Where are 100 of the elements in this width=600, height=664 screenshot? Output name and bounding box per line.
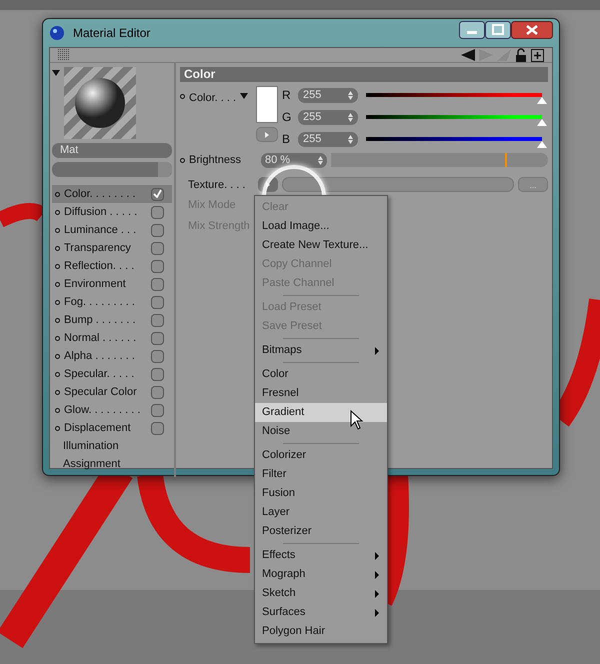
channel-item[interactable]: Alpha . . . . . . .: [52, 347, 172, 365]
checkbox[interactable]: [151, 188, 164, 200]
bullet-icon: [55, 318, 60, 322]
maximize-button[interactable]: [485, 21, 511, 39]
bullet-icon: [55, 408, 60, 412]
color-label: Color. . . .: [189, 91, 236, 106]
channel-item[interactable]: Luminance . . .: [52, 221, 172, 239]
back-arrow-icon[interactable]: [461, 49, 475, 61]
bullet-icon: [55, 192, 60, 196]
grip-icon[interactable]: [58, 49, 70, 61]
new-window-icon[interactable]: [531, 48, 544, 62]
bullet-icon: [55, 282, 60, 286]
menu-item[interactable]: Load Image...: [255, 217, 387, 236]
bullet-icon: [55, 426, 60, 430]
texture-label: Texture. . . .: [188, 178, 246, 192]
bullet-icon: [55, 336, 60, 340]
menu-item[interactable]: Surfaces: [255, 603, 387, 622]
checkbox[interactable]: [151, 224, 164, 236]
channel-item[interactable]: Color. . . . . . . .: [52, 185, 172, 203]
slider-thumb[interactable]: [537, 119, 547, 126]
play-button[interactable]: [256, 127, 278, 142]
slider-marker[interactable]: [504, 153, 507, 168]
section-title: Color: [180, 67, 548, 82]
bullet-icon: [55, 300, 60, 304]
channel-item[interactable]: Environment: [52, 275, 172, 293]
channel-item[interactable]: Bump . . . . . . .: [52, 311, 172, 329]
menu-item[interactable]: Colorizer: [255, 446, 387, 465]
menu-item[interactable]: Fresnel: [255, 384, 387, 403]
value-field[interactable]: 255: [298, 132, 358, 146]
menu-item[interactable]: Color: [255, 365, 387, 384]
checkbox[interactable]: [151, 242, 164, 254]
checkbox[interactable]: [151, 422, 164, 434]
color-slider[interactable]: [366, 115, 542, 119]
checkbox[interactable]: [151, 404, 164, 416]
bullet-icon: [55, 228, 60, 232]
minimize-button[interactable]: [459, 21, 485, 39]
channel-item[interactable]: Illumination: [52, 437, 172, 455]
material-name-field[interactable]: Mat: [52, 143, 172, 158]
color-slider[interactable]: [366, 93, 542, 97]
brightness-slider[interactable]: [331, 153, 548, 168]
value-field[interactable]: 255: [298, 110, 358, 124]
dropdown-arrow-icon[interactable]: [52, 70, 60, 76]
bullet-icon: [55, 354, 60, 358]
checkbox[interactable]: [151, 386, 164, 398]
channel-item[interactable]: Specular Color: [52, 383, 172, 401]
bullet-icon: [55, 390, 60, 394]
menu-item[interactable]: Filter: [255, 465, 387, 484]
channel-item[interactable]: Reflection. . . .: [52, 257, 172, 275]
spinner-icon[interactable]: [348, 112, 353, 122]
menu-item[interactable]: Fusion: [255, 484, 387, 503]
channel-item[interactable]: Transparency: [52, 239, 172, 257]
checkbox[interactable]: [151, 260, 164, 272]
lock-icon[interactable]: [515, 48, 527, 62]
slider-thumb[interactable]: [537, 97, 547, 104]
bullet-icon: [180, 158, 185, 163]
window-title: Material Editor: [73, 25, 150, 42]
spinner-icon[interactable]: [348, 134, 353, 144]
spinner-icon[interactable]: [318, 156, 323, 165]
checkbox[interactable]: [151, 296, 164, 308]
bullet-icon: [55, 264, 60, 268]
menu-item[interactable]: Sketch: [255, 584, 387, 603]
channel-item[interactable]: Diffusion . . . . .: [52, 203, 172, 221]
channel-item[interactable]: Displacement: [52, 419, 172, 437]
mouse-cursor-icon: [350, 410, 364, 430]
menu-item[interactable]: Create New Texture...: [255, 236, 387, 255]
menu-item[interactable]: Noise: [255, 422, 387, 441]
channel-letter: B: [282, 131, 292, 148]
menu-item[interactable]: Gradient: [255, 403, 387, 422]
brightness-field[interactable]: 80 %: [261, 152, 327, 168]
menu-item[interactable]: Layer: [255, 503, 387, 522]
menu-item[interactable]: Posterizer: [255, 522, 387, 541]
checkbox[interactable]: [151, 278, 164, 290]
spinner-icon[interactable]: [348, 90, 353, 100]
bullet-icon: [55, 246, 60, 250]
bullet-icon: [55, 210, 60, 214]
close-button[interactable]: [511, 21, 553, 39]
texture-field[interactable]: [282, 177, 514, 192]
channel-item[interactable]: Normal . . . . . .: [52, 329, 172, 347]
menu-item[interactable]: Polygon Hair: [255, 622, 387, 641]
channel-item[interactable]: Assignment: [52, 455, 172, 473]
checkbox[interactable]: [151, 350, 164, 362]
checkbox[interactable]: [151, 314, 164, 326]
menu-item[interactable]: Effects: [255, 546, 387, 565]
material-preview: [64, 67, 136, 139]
app-icon: [49, 25, 65, 41]
value-field[interactable]: 255: [298, 88, 358, 102]
checkbox[interactable]: [151, 332, 164, 344]
checkbox[interactable]: [151, 368, 164, 380]
color-swatch[interactable]: [256, 86, 278, 123]
play-icon: [265, 132, 269, 138]
layer-field[interactable]: [52, 162, 158, 177]
dropdown-arrow-icon[interactable]: [240, 93, 248, 99]
color-slider[interactable]: [366, 137, 542, 141]
menu-item[interactable]: Bitmaps: [255, 341, 387, 360]
channel-item[interactable]: Glow. . . . . . . . .: [52, 401, 172, 419]
channel-item[interactable]: Fog. . . . . . . . .: [52, 293, 172, 311]
channel-letter: R: [282, 87, 292, 104]
checkbox[interactable]: [151, 206, 164, 218]
menu-item[interactable]: Mograph: [255, 565, 387, 584]
channel-item[interactable]: Specular. . . . .: [52, 365, 172, 383]
